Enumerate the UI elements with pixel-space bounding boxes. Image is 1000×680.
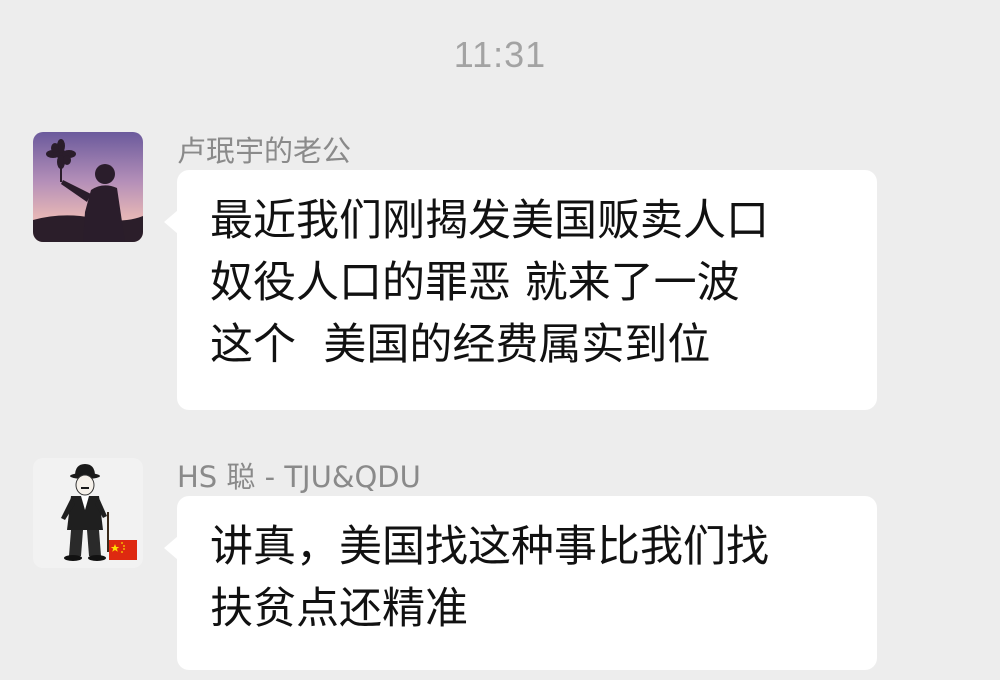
message-timestamp: 11:31 [453,34,547,75]
sender-name: 卢珉宇的老公 [177,134,352,168]
message-bubble[interactable]: 最近我们刚揭发美国贩卖人口 奴役人口的罪恶 就来了一波 这个 美国的经费属实到位 [164,170,877,410]
message-text: 最近我们刚揭发美国贩卖人口 奴役人口的罪恶 就来了一波 这个 美国的经费属实到位 [210,196,769,370]
sender-avatar[interactable] [33,132,143,242]
silhouette-avatar-icon [33,132,143,242]
sender-name: HS 聪 - TJU&QDU [177,460,421,494]
message-bubble[interactable]: 讲真，美国找这种事比我们找 扶贫点还精准 [164,496,877,670]
chaplin-avatar-icon [33,458,143,568]
sender-avatar[interactable] [33,458,143,568]
message-text: 讲真，美国找这种事比我们找 扶贫点还精准 [210,522,769,634]
chat-screen: 11:31 卢珉宇的老公 最近我们刚揭发美国贩卖人口 奴役人口的罪恶 就来了一波… [0,0,1000,680]
